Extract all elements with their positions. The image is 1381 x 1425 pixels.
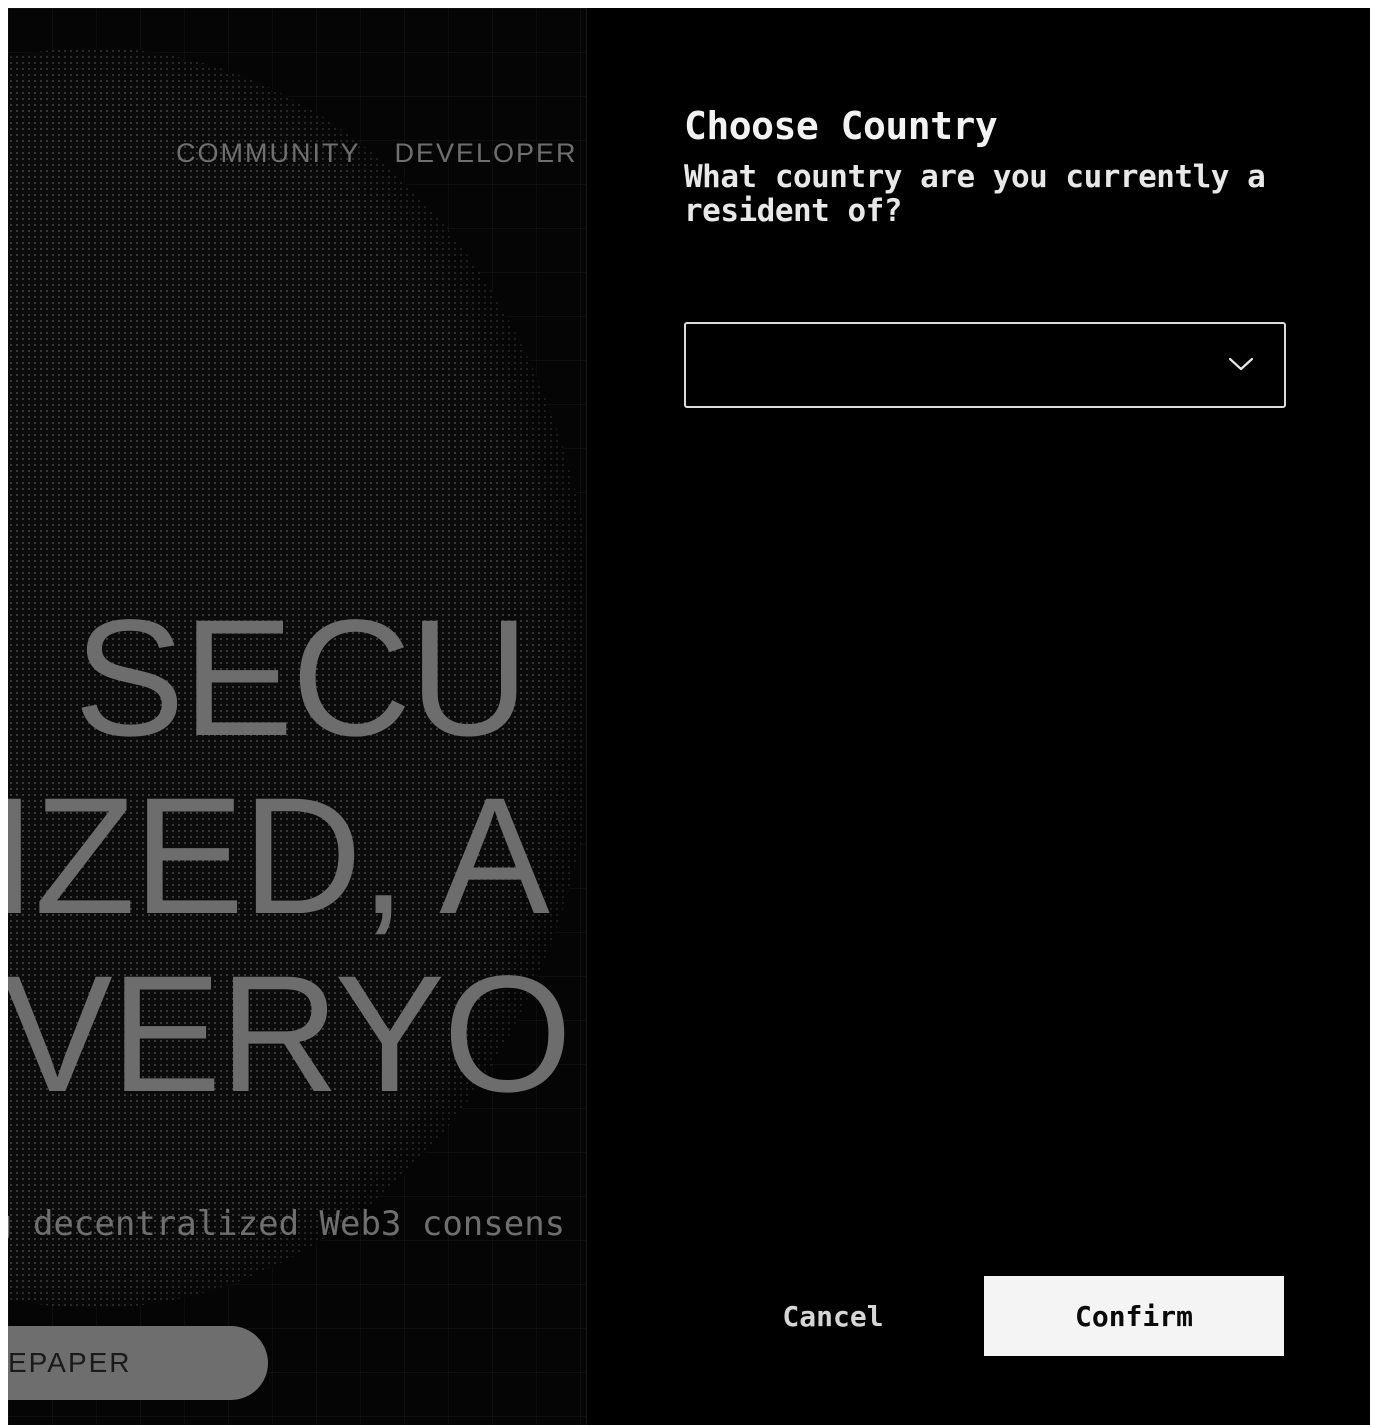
background-page: COMMUNITY DEVELOPER SECU IZED, A VERYO g…: [8, 8, 586, 1425]
chevron-down-icon: [1228, 357, 1254, 371]
hero-heading-line-1: SECU: [74, 586, 529, 771]
modal-subtitle: What country are you currently a residen…: [684, 159, 1266, 229]
nav-link-developers[interactable]: DEVELOPER: [394, 138, 577, 169]
country-select[interactable]: [684, 322, 1286, 408]
confirm-button[interactable]: Confirm: [984, 1276, 1284, 1356]
app-frame: COMMUNITY DEVELOPER SECU IZED, A VERYO g…: [8, 8, 1370, 1425]
country-select-value: [700, 350, 880, 378]
cancel-button[interactable]: Cancel: [733, 1276, 933, 1356]
hero-tagline: g decentralized Web3 consens: [8, 1204, 566, 1244]
top-navigation: COMMUNITY DEVELOPER: [176, 138, 578, 169]
hero-heading-line-3: VERYO: [8, 942, 572, 1127]
nav-link-community[interactable]: COMMUNITY: [176, 138, 360, 169]
hero-heading-line-2: IZED, A: [8, 764, 550, 949]
whitepaper-button[interactable]: EPAPER: [8, 1326, 268, 1400]
choose-country-modal: Choose Country What country are you curr…: [586, 8, 1370, 1425]
modal-title: Choose Country: [684, 104, 998, 148]
